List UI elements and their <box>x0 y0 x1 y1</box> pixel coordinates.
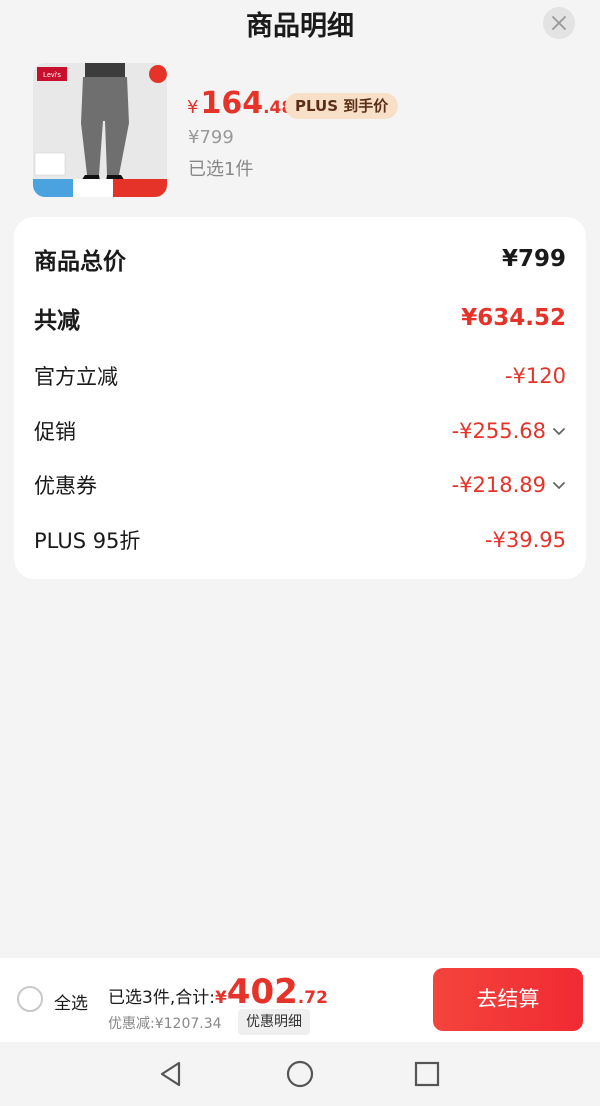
home-circle-icon <box>286 1060 314 1088</box>
row-value: -¥120 <box>504 364 566 388</box>
product-image[interactable]: Levi's <box>33 63 167 197</box>
total-label: 已选3件,合计: <box>108 988 215 1008</box>
row-coupon[interactable]: 优惠券 -¥218.89 <box>34 470 566 500</box>
row-label: PLUS 95折 <box>34 529 141 553</box>
chevron-down-icon[interactable] <box>552 478 566 492</box>
row-label: 促销 <box>34 420 76 444</box>
row-label: 优惠券 <box>34 474 97 498</box>
header: 商品明细 <box>0 0 600 46</box>
select-all-checkbox[interactable] <box>17 986 43 1012</box>
checkout-bar: 全选 已选3件,合计: ¥ 402 .72 优惠减:¥1207.34 优惠明细 … <box>0 958 600 1042</box>
price-integer: 164 <box>200 86 264 121</box>
row-value: -¥255.68 <box>451 419 546 443</box>
nav-home-button[interactable] <box>284 1058 316 1090</box>
selected-count: 已选1件 <box>188 159 254 180</box>
total-currency: ¥ <box>214 988 227 1008</box>
select-all-label[interactable]: 全选 <box>54 989 88 1014</box>
row-label: 共减 <box>34 308 80 334</box>
discount-detail-button[interactable]: 优惠明细 <box>238 1009 310 1035</box>
recents-square-icon <box>414 1061 440 1087</box>
product-price: ¥ 164 .48 <box>187 86 293 121</box>
row-plus-discount: PLUS 95折 -¥39.95 <box>34 525 566 555</box>
total-decimal: .72 <box>297 988 328 1008</box>
total-line: 已选3件,合计: ¥ 402 .72 <box>108 972 328 1012</box>
plus-price-badge: PLUS 到手价 <box>285 93 399 119</box>
row-label: 商品总价 <box>34 249 126 275</box>
close-button[interactable] <box>543 7 575 39</box>
original-price: ¥799 <box>188 127 234 148</box>
jeans-image: Levi's <box>33 63 167 197</box>
row-value: ¥634.52 <box>461 305 566 331</box>
system-navbar <box>0 1042 600 1106</box>
nav-back-button[interactable] <box>155 1058 187 1090</box>
row-label: 官方立减 <box>34 365 118 389</box>
chevron-down-icon[interactable] <box>552 424 566 438</box>
row-total-price: 商品总价 ¥799 <box>34 242 566 276</box>
row-value-wrap: -¥255.68 <box>452 419 566 443</box>
row-total-discount: 共减 ¥634.52 <box>34 301 566 335</box>
back-triangle-icon <box>160 1061 181 1087</box>
checkout-button[interactable]: 去结算 <box>433 968 583 1031</box>
nav-recents-button[interactable] <box>411 1058 443 1090</box>
row-value: ¥799 <box>501 246 566 272</box>
total-integer: 402 <box>226 972 298 1012</box>
row-official-discount: 官方立减 -¥120 <box>34 361 566 391</box>
svg-text:Levi's: Levi's <box>43 72 61 79</box>
row-promotion[interactable]: 促销 -¥255.68 <box>34 416 566 446</box>
row-value: -¥218.89 <box>451 473 546 497</box>
discount-total: 优惠减:¥1207.34 <box>108 1016 222 1032</box>
price-breakdown-card: 商品总价 ¥799 共减 ¥634.52 官方立减 -¥120 促销 -¥255… <box>14 217 586 579</box>
price-currency: ¥ <box>187 97 199 118</box>
row-value: -¥39.95 <box>484 528 566 552</box>
page-title: 商品明细 <box>246 11 354 42</box>
close-icon <box>552 16 566 30</box>
row-value-wrap: -¥218.89 <box>452 473 566 497</box>
